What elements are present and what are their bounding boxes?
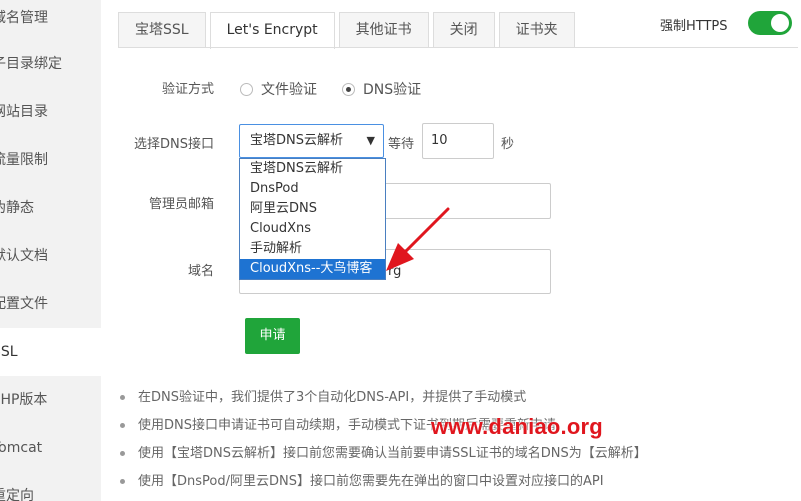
dns-interface-label: 选择DNS接口 [134,137,214,152]
apply-button[interactable]: 申请 [245,318,300,354]
dns-option[interactable]: 阿里云DNS [240,199,385,219]
wait-unit-label: 秒 [501,137,515,152]
dns-selected-value: 宝塔DNS云解析 [250,133,343,148]
dns-options-dropdown: 宝塔DNS云解析 DnsPod 阿里云DNS CloudXns 手动解析 Clo… [239,158,386,280]
wait-label: 等待 [388,137,415,152]
sidebar-item-traffic-limit[interactable]: 流量限制 [0,136,101,184]
sidebar-item-domain[interactable]: 域名管理 [0,0,101,42]
red-arrow-icon [386,207,450,271]
radio-circle-icon [240,82,253,96]
chevron-down-icon: ▼ [366,134,375,147]
domain-label: 域名 [187,264,214,279]
tab-other-cert[interactable]: 其他证书 [338,12,429,48]
radio-file-verify[interactable]: 文件验证 [240,79,317,99]
sidebar-item-subdirectory[interactable]: 子目录绑定 [0,40,101,88]
site-settings-sidebar: 域名管理 子目录绑定 网站目录 流量限制 伪静态 默认文档 配置文件 SSL P… [0,0,101,501]
sidebar-item-site-directory[interactable]: 网站目录 [0,88,101,136]
watermark-text: www.daniao.org [431,414,603,439]
wait-seconds-input[interactable]: 10 [422,123,494,159]
verify-method-label: 验证方式 [161,82,214,97]
toggle-knob [771,14,789,32]
sidebar-item-ssl[interactable]: SSL [0,328,101,376]
tips-list: 在DNS验证中，我们提供了3个自动化DNS-API，并提供了手动模式 使用DNS… [118,388,798,500]
radio-file-verify-label: 文件验证 [261,82,317,98]
tab-baota-ssl[interactable]: 宝塔SSL [118,12,206,48]
dns-option[interactable]: 宝塔DNS云解析 [240,159,385,179]
admin-email-label: 管理员邮箱 [148,197,214,212]
sidebar-item-config-file[interactable]: 配置文件 [0,280,101,328]
tab-close[interactable]: 关闭 [432,12,495,48]
radio-checked-icon [342,82,355,96]
bullet-icon [120,395,125,400]
bullet-icon [120,423,125,428]
sidebar-item-redirect[interactable]: 重定向 [0,472,101,501]
list-item: 在DNS验证中，我们提供了3个自动化DNS-API，并提供了手动模式 [118,388,798,416]
ssl-settings-panel: 域名管理 子目录绑定 网站目录 流量限制 伪静态 默认文档 配置文件 SSL P… [0,0,801,501]
list-item: 使用【宝塔DNS云解析】接口前您需要确认当前要申请SSL证书的域名DNS为【云解… [118,444,798,472]
sidebar-item-php-version[interactable]: PHP版本 [0,376,101,424]
sidebar-item-rewrite[interactable]: 伪静态 [0,184,101,232]
dns-option-highlighted[interactable]: CloudXns--大鸟博客 [240,259,385,279]
force-https-toggle[interactable] [748,11,792,35]
bullet-icon [120,451,125,456]
radio-dns-verify-label: DNS验证 [363,82,422,98]
list-item: 使用【DnsPod/阿里云DNS】接口前您需要先在弹出的窗口中设置对应接口的AP… [118,472,798,500]
tabs-divider [118,47,798,48]
dns-option[interactable]: DnsPod [240,179,385,199]
dns-interface-select[interactable]: 宝塔DNS云解析 ▼ [239,124,384,158]
force-https-label: 强制HTTPS [660,19,728,34]
bullet-icon [120,479,125,484]
radio-dns-verify[interactable]: DNS验证 [342,79,421,99]
ssl-tabs: 宝塔SSL Let's Encrypt 其他证书 关闭 证书夹 [118,12,579,49]
sidebar-item-default-doc[interactable]: 默认文档 [0,232,101,280]
tip-text: 在DNS验证中，我们提供了3个自动化DNS-API，并提供了手动模式 [138,390,527,405]
tab-lets-encrypt[interactable]: Let's Encrypt [209,12,335,49]
tab-cert-folder[interactable]: 证书夹 [498,12,575,48]
tip-text: 使用【宝塔DNS云解析】接口前您需要确认当前要申请SSL证书的域名DNS为【云解… [138,446,647,461]
tip-text: 使用【DnsPod/阿里云DNS】接口前您需要先在弹出的窗口中设置对应接口的AP… [138,474,604,489]
sidebar-item-tomcat[interactable]: Tomcat [0,424,101,472]
dns-option[interactable]: 手动解析 [240,239,385,259]
dns-option[interactable]: CloudXns [240,219,385,239]
